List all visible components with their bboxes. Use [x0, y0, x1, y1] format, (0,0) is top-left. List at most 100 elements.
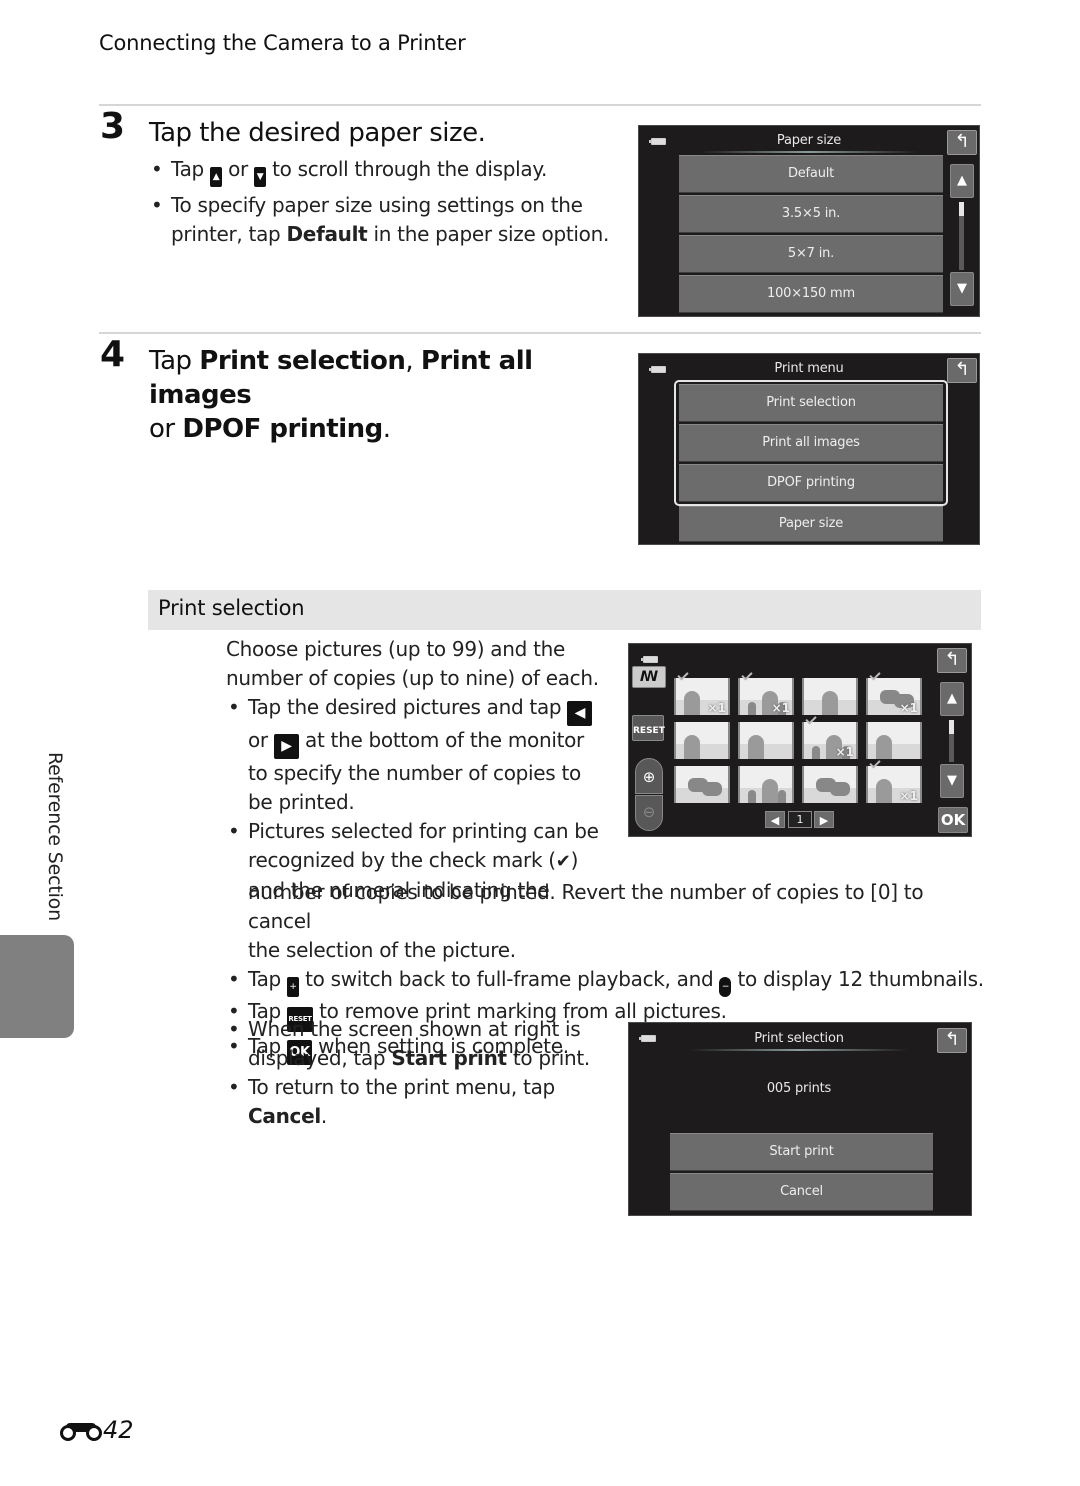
back-button[interactable]: ↰ — [937, 648, 967, 673]
thumbnail[interactable] — [674, 766, 730, 803]
divider — [99, 332, 981, 334]
reset-button[interactable]: RESET — [632, 715, 665, 741]
copies-count: 1 — [788, 811, 812, 828]
up-arrow-icon: ▲ — [947, 691, 957, 706]
binoculars-icon — [60, 1419, 102, 1441]
scroll-up-button[interactable]: ▲ — [940, 682, 964, 716]
playback-icon: ꟿ — [639, 669, 659, 685]
thumbnail[interactable]: ×1 — [866, 678, 922, 715]
option-print-all-images[interactable]: Print all images — [679, 424, 943, 462]
text: . — [320, 1104, 327, 1128]
section-header: Print selection — [148, 590, 981, 630]
scroll-up-button[interactable]: ▲ — [950, 164, 974, 198]
scrollbar[interactable] — [949, 720, 954, 762]
copy-count: ×1 — [899, 701, 918, 715]
print-menu-screen: Print menu ↰ Print selection Print all i… — [638, 353, 980, 545]
playback-mode-button[interactable]: ꟿ — [632, 666, 666, 688]
down-arrow-icon: ▼ — [947, 773, 957, 788]
child-shape — [748, 702, 756, 715]
option-paper-size[interactable]: Paper size — [679, 506, 943, 542]
text: Tap the desired pictures and tap — [248, 695, 562, 719]
increase-copies-button[interactable]: ▶ — [814, 811, 834, 828]
cancel-button[interactable]: Cancel — [670, 1173, 933, 1211]
text: recognized by the check mark ( — [248, 848, 556, 872]
text: Tap — [171, 157, 204, 181]
bold-term: Default — [286, 222, 368, 246]
text: the selection of the picture. — [248, 938, 516, 962]
zoom-in-icon: + — [287, 977, 300, 997]
thumbnail[interactable]: ×1 — [674, 678, 730, 715]
text: at the bottom of the monitor — [304, 728, 584, 752]
person-shape — [876, 779, 892, 803]
thumbnail[interactable] — [802, 678, 858, 715]
option-100x150[interactable]: 100×150 mm — [679, 275, 943, 313]
battery-icon — [649, 138, 666, 145]
text: displayed, tap — [248, 1046, 386, 1070]
text: , — [405, 346, 414, 376]
flower-shape — [830, 782, 850, 796]
print-confirm-screen: Print selection ↰ 005 prints Start print… — [628, 1022, 972, 1216]
text: number of copies (up to nine) of each. — [226, 666, 599, 690]
thumbnail[interactable] — [738, 722, 794, 759]
text: to display 12 thumbnails. — [737, 967, 985, 991]
thumbnail[interactable] — [674, 722, 730, 759]
text: To return to the print menu, tap — [248, 1075, 555, 1099]
step-number: 4 — [100, 334, 126, 375]
text: printer, tap — [171, 222, 281, 246]
bold-term: Start print — [391, 1046, 507, 1070]
person-shape — [748, 735, 764, 759]
section-title: Print selection — [158, 596, 305, 620]
title-underline — [689, 1049, 909, 1051]
page-number-text: 42 — [103, 1416, 134, 1444]
battery-icon — [641, 656, 658, 663]
scrollbar-thumb[interactable] — [949, 720, 954, 734]
bullet: When the screen shown at right is displa… — [226, 1015, 616, 1073]
section-tab — [0, 935, 74, 1038]
print-selection-final: When the screen shown at right is displa… — [226, 1015, 616, 1131]
option-default[interactable]: Default — [679, 155, 943, 193]
thumbnail[interactable]: ×1 — [802, 722, 858, 759]
right-arrow-icon: ▶ — [819, 814, 829, 827]
check-mark-icon: ✔ — [555, 851, 571, 872]
page-number: 42 — [60, 1416, 134, 1444]
thumbnail[interactable]: ×1 — [866, 766, 922, 803]
back-button[interactable]: ↰ — [937, 1028, 967, 1053]
step-title: Tap Print selection, Print all images or… — [149, 344, 619, 446]
thumbnail[interactable]: ×1 — [738, 678, 794, 715]
text: in the paper size option. — [373, 222, 610, 246]
back-button[interactable]: ↰ — [947, 358, 977, 383]
screen-title: Paper size — [776, 133, 842, 148]
ok-button[interactable]: OK — [938, 807, 968, 833]
back-arrow-icon: ↰ — [954, 131, 970, 152]
reset-icon: RESET — [633, 726, 665, 736]
text: or — [228, 157, 248, 181]
scroll-down-button[interactable]: ▼ — [950, 272, 974, 306]
back-button[interactable]: ↰ — [947, 130, 977, 155]
thumbnail[interactable] — [802, 766, 858, 803]
start-print-button[interactable]: Start print — [670, 1133, 933, 1171]
battery-icon — [639, 1035, 656, 1042]
text: or — [149, 414, 175, 444]
child-shape — [812, 746, 820, 759]
bold-term: Cancel — [248, 1104, 321, 1128]
scrollbar[interactable] — [959, 202, 964, 270]
option-dpof-printing[interactable]: DPOF printing — [679, 464, 943, 502]
scrollbar-thumb[interactable] — [959, 202, 964, 216]
zoom-out-button[interactable]: ⊖ — [635, 795, 663, 831]
zoom-in-button[interactable]: ⊕ — [635, 758, 663, 794]
option-5x7[interactable]: 5×7 in. — [679, 235, 943, 273]
text: number of copies to be printed. Revert t… — [248, 880, 924, 933]
option-3.5x5[interactable]: 3.5×5 in. — [679, 195, 943, 233]
person-shape — [684, 691, 700, 715]
option-print-selection[interactable]: Print selection — [679, 384, 943, 422]
text: When the screen shown at right is — [248, 1017, 581, 1041]
thumbnail[interactable] — [866, 722, 922, 759]
decrease-copies-button[interactable]: ◀ — [765, 811, 785, 828]
person-shape — [876, 735, 892, 759]
child-shape — [748, 790, 756, 803]
thumbnail-grid-screen: ꟿ RESET ⊕ ⊖ ×1 ×1 ×1 ×1 ×1 ↰ ▲ ▼ OK ◀ 1 ▶ — [628, 643, 972, 837]
scroll-down-button[interactable]: ▼ — [940, 764, 964, 798]
person-shape — [684, 735, 700, 759]
thumbnail[interactable] — [738, 766, 794, 803]
bullet: Tap ▲ or ▼ to scroll through the display… — [149, 155, 619, 187]
